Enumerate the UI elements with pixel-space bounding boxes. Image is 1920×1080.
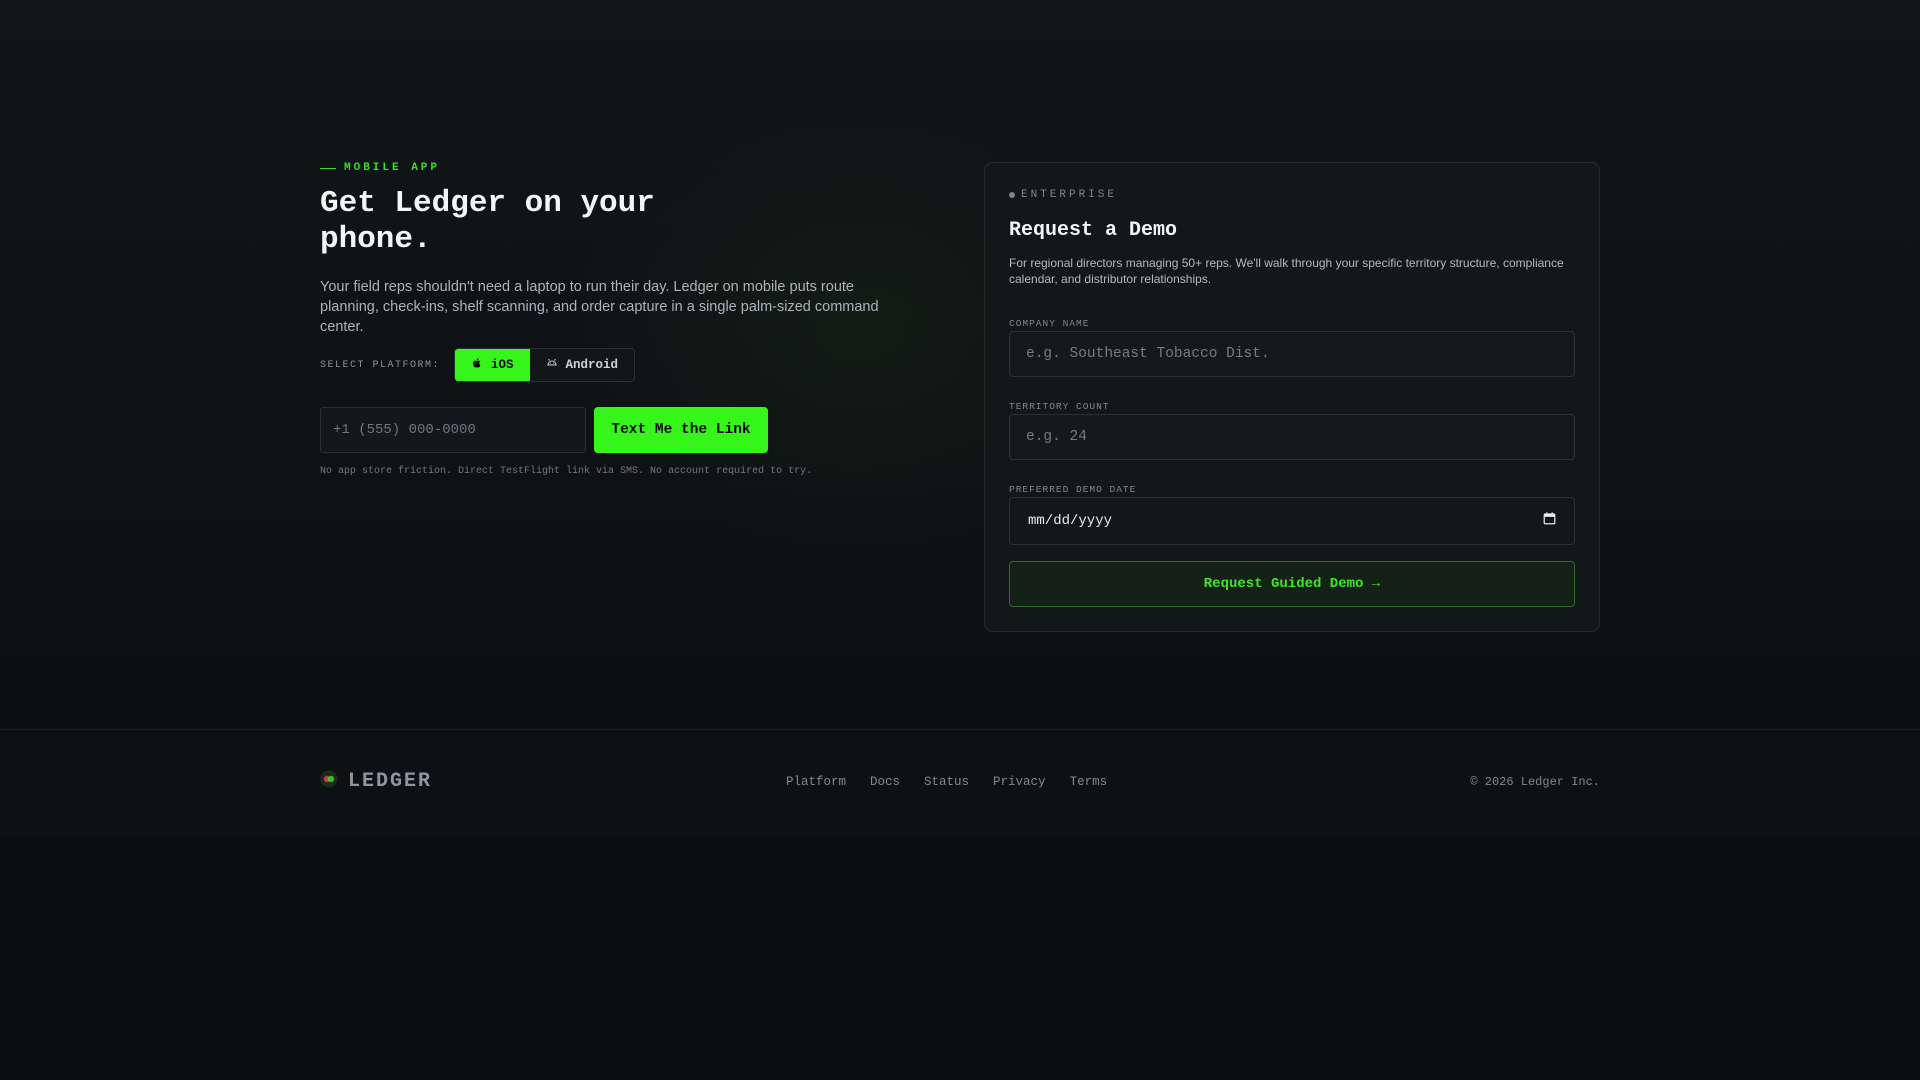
demo-date-input[interactable]: mm/dd/yyyy: [1009, 497, 1575, 545]
demo-date-placeholder: mm/dd/yyyy: [1028, 513, 1113, 529]
phone-number-input[interactable]: [320, 407, 586, 453]
brand-name: LEDGER: [348, 770, 433, 793]
apple-icon: [471, 357, 483, 373]
mobile-headline: Get Ledger on your phone.: [320, 186, 655, 257]
footer-link-terms[interactable]: Terms: [1070, 775, 1108, 789]
demo-date-label: PREFERRED DEMO DATE: [1009, 484, 1137, 495]
demo-card-title: Request a Demo: [1009, 219, 1178, 242]
mobile-eyebrow-text: MOBILE APP: [344, 162, 441, 174]
company-name-input[interactable]: [1009, 331, 1575, 377]
enterprise-eyebrow-text: ENTERPRISE: [1021, 189, 1118, 201]
platform-ios-label: iOS: [491, 358, 514, 372]
eyebrow-dash: [320, 167, 336, 169]
platform-selector: SELECT PLATFORM: iOS Android: [320, 348, 636, 382]
calendar-icon[interactable]: [1543, 512, 1556, 530]
platform-android-button[interactable]: Android: [529, 349, 635, 381]
footer-link-status[interactable]: Status: [924, 775, 969, 789]
mobile-eyebrow: MOBILE APP: [320, 162, 440, 174]
platform-label: SELECT PLATFORM:: [320, 359, 441, 371]
footer-link-platform[interactable]: Platform: [786, 775, 846, 789]
mobile-lede: Your field reps shouldn't need a laptop …: [320, 279, 879, 335]
footer-nav: Platform Docs Status Privacy Terms: [786, 775, 1107, 789]
mobile-fineprint: No app store friction. Direct TestFlight…: [320, 466, 813, 477]
eyebrow-dot-icon: [1009, 192, 1015, 198]
hero-section: MOBILE APP Get Ledger on your phone. You…: [0, 0, 1920, 729]
platform-android-label: Android: [565, 358, 619, 372]
text-me-link-button[interactable]: Text Me the Link: [594, 407, 768, 453]
footer-brand[interactable]: LEDGER: [320, 770, 432, 793]
footer-link-docs[interactable]: Docs: [870, 775, 900, 789]
demo-request-card: ENTERPRISE Request a Demo For regional d…: [984, 162, 1600, 632]
request-demo-button[interactable]: Request Guided Demo →: [1009, 561, 1575, 607]
page: MOBILE APP Get Ledger on your phone. You…: [0, 0, 1920, 1080]
platform-toggle: iOS Android: [454, 348, 636, 382]
platform-ios-button[interactable]: iOS: [455, 349, 530, 381]
footer-link-privacy[interactable]: Privacy: [993, 775, 1046, 789]
ledger-logo-icon: [320, 770, 338, 793]
territory-count-input[interactable]: [1009, 414, 1575, 460]
enterprise-eyebrow: ENTERPRISE: [1009, 189, 1117, 201]
territory-count-label: TERRITORY COUNT: [1009, 401, 1110, 412]
demo-card-description: For regional directors managing 50+ reps…: [1009, 256, 1564, 286]
copyright: © 2026 Ledger Inc.: [1470, 775, 1600, 789]
company-name-label: COMPANY NAME: [1009, 318, 1090, 329]
android-icon: [546, 357, 558, 373]
